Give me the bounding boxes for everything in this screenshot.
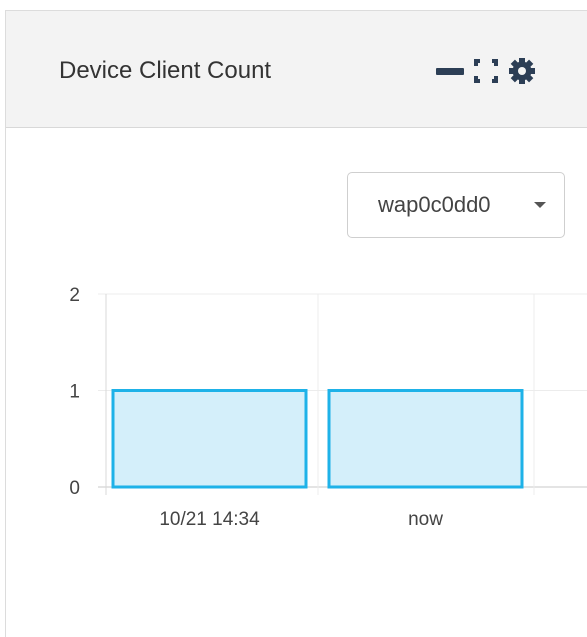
bar <box>111 389 308 489</box>
x-tick-label: 10/21 14:34 <box>159 509 260 530</box>
y-tick-label: 0 <box>69 478 80 499</box>
x-tick-label: now <box>408 509 443 530</box>
y-tick-label: 2 <box>69 285 80 306</box>
page: Device Client Count wap0c0dd0 0 1 2 10/2… <box>0 0 587 637</box>
client-count-chart: 0 1 2 10/21 14:34 now <box>69 285 587 530</box>
device-client-count-widget: Device Client Count wap0c0dd0 0 1 2 10/2… <box>5 10 587 637</box>
y-tick-label: 1 <box>69 382 80 403</box>
bar <box>327 389 524 489</box>
